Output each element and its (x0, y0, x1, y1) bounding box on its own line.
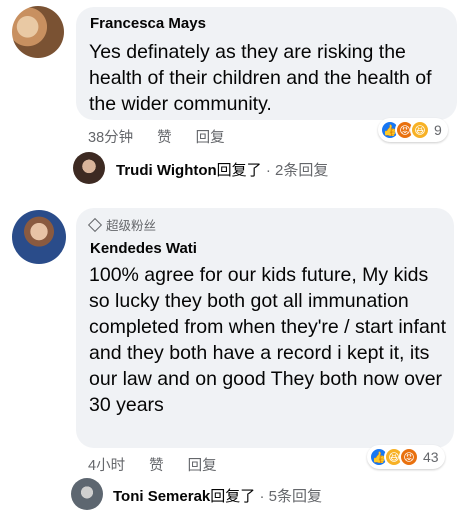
comment-author[interactable]: Francesca Mays (90, 15, 206, 32)
diamond-icon (87, 217, 103, 232)
avatar-trudi[interactable] (73, 152, 105, 184)
avatar-francesca[interactable] (12, 6, 64, 58)
avatar-toni[interactable] (71, 478, 103, 510)
top-fan-badge: 超级粉丝 (87, 215, 157, 234)
reply-author: Toni Semerak (113, 488, 211, 505)
reaction-summary[interactable]: 👍 😆 😡 43 (367, 445, 445, 469)
reaction-summary[interactable]: 👍 😡 😆 9 (378, 118, 448, 142)
reply-author: Trudi Wighton (116, 162, 217, 179)
haha-reaction-icon: 😆 (410, 120, 430, 140)
like-button[interactable]: 赞 (157, 126, 172, 147)
comment-author[interactable]: Kendedes Wati (90, 240, 197, 257)
angry-reaction-icon: 😡 (399, 447, 419, 467)
reply-count: · 2条回复 (261, 162, 329, 179)
like-button[interactable]: 赞 (149, 454, 164, 475)
comment-time[interactable]: 4小时 (88, 454, 125, 475)
comment-text: 100% agree for our kids future, My kids … (89, 264, 447, 416)
reply-summary-link[interactable]: Trudi Wighton回复了 · 2条回复 (116, 159, 328, 180)
reply-verb: 回复了 (216, 162, 262, 179)
comment-meta: 38分钟 赞 回复 (88, 126, 225, 147)
comment-text: Yes definately as they are risking the h… (89, 41, 432, 115)
reaction-count: 43 (423, 449, 439, 465)
avatar-kendedes[interactable] (12, 210, 66, 264)
reaction-count: 9 (434, 122, 442, 138)
reply-verb: 回复了 (210, 488, 256, 505)
badge-label: 超级粉丝 (106, 219, 157, 233)
reply-summary-link[interactable]: Toni Semerak回复了 · 5条回复 (113, 485, 322, 506)
comment-time[interactable]: 38分钟 (88, 126, 133, 147)
reply-button[interactable]: 回复 (188, 454, 217, 475)
reply-count: · 5条回复 (255, 488, 322, 505)
comment-meta: 4小时 赞 回复 (88, 454, 217, 475)
reply-button[interactable]: 回复 (196, 126, 225, 147)
